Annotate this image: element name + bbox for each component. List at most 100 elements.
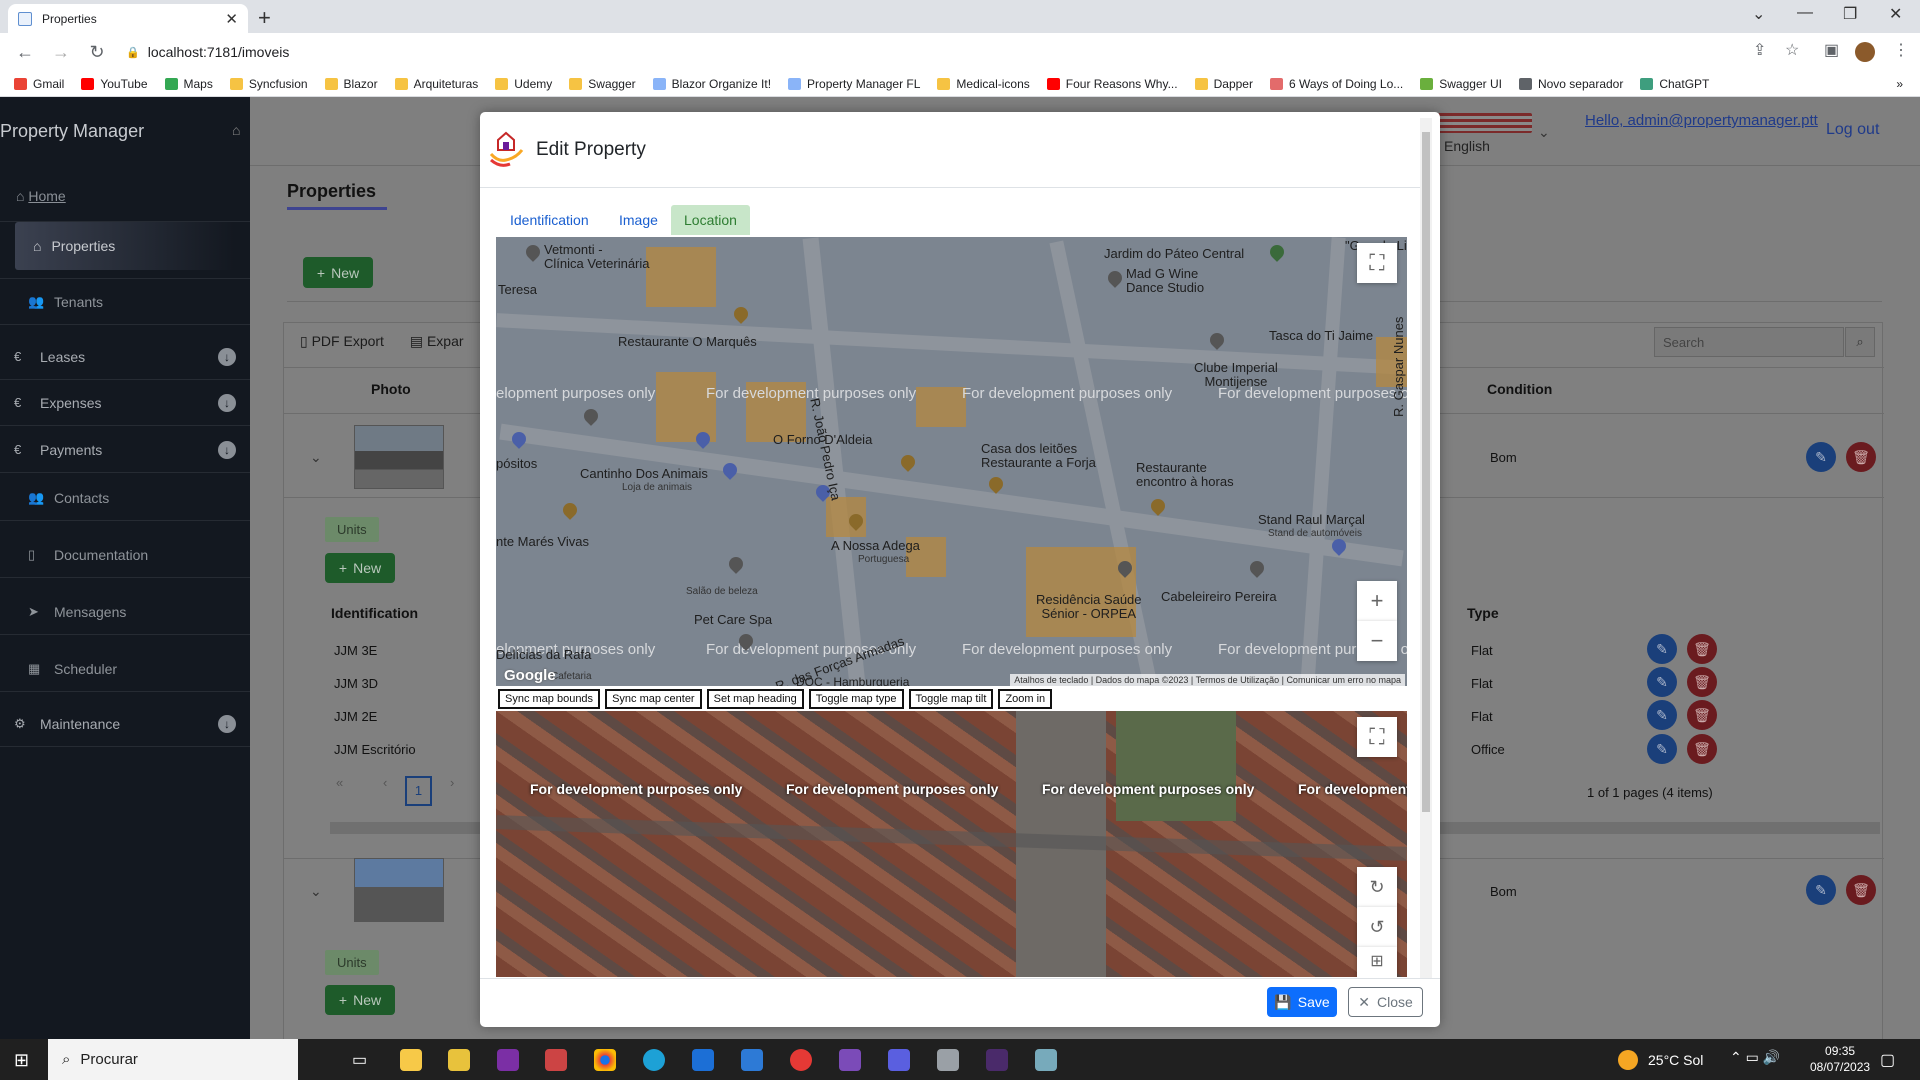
sidebar-item-payments[interactable]: € Payments ↓ xyxy=(0,427,250,473)
chrome-icon[interactable] xyxy=(594,1049,616,1071)
modal-scrollbar[interactable] xyxy=(1420,118,1432,978)
column-header-photo[interactable]: Photo xyxy=(371,381,411,397)
set-map-heading-button[interactable]: Set map heading xyxy=(706,689,804,709)
satellite-map[interactable]: For development purposes only For develo… xyxy=(496,711,1407,977)
home-link[interactable]: ⌂ Home xyxy=(16,188,66,204)
rotate-counterclockwise-icon[interactable]: ↺ xyxy=(1357,907,1397,947)
new-unit-button[interactable]: + New xyxy=(325,985,395,1015)
sync-map-bounds-button[interactable]: Sync map bounds xyxy=(498,689,601,709)
side-panel-icon[interactable]: ▣ xyxy=(1824,40,1839,60)
reload-icon[interactable]: ↻ xyxy=(86,42,108,63)
tab-identification[interactable]: Identification xyxy=(497,205,602,235)
new-tab-icon[interactable]: + xyxy=(258,5,271,31)
logout-link[interactable]: Log out xyxy=(1826,121,1879,139)
close-window-icon[interactable]: ✕ xyxy=(1889,4,1902,24)
share-icon[interactable]: ⇪ xyxy=(1753,40,1766,60)
edit-icon[interactable]: ✎ xyxy=(1647,667,1677,697)
delete-icon[interactable]: 🗑 xyxy=(1687,667,1717,697)
bookmark-item[interactable]: ChatGPT xyxy=(1640,77,1709,91)
grid-search-input[interactable]: Search xyxy=(1654,327,1844,357)
tab-image[interactable]: Image xyxy=(606,205,671,235)
notifications-icon[interactable]: ▢ xyxy=(1880,1050,1895,1070)
expand-icon[interactable]: ↓ xyxy=(218,714,236,733)
language-flag-icon[interactable] xyxy=(1438,113,1532,133)
app-icon[interactable] xyxy=(790,1049,812,1071)
close-button[interactable]: ✕ Close xyxy=(1348,987,1423,1017)
column-header-condition[interactable]: Condition xyxy=(1487,381,1552,397)
keyboard-shortcuts-link[interactable]: Atalhos de teclado xyxy=(1014,675,1088,685)
sidebar-item-maintenance[interactable]: ⚙ Maintenance ↓ xyxy=(0,701,250,747)
sticky-notes-icon[interactable] xyxy=(448,1049,470,1071)
sidebar-item-leases[interactable]: € Leases ↓ xyxy=(0,334,250,380)
tab-search-icon[interactable]: ⌄ xyxy=(1752,4,1765,24)
sidebar-item-properties[interactable]: ⌂ Properties xyxy=(15,222,234,270)
expand-icon[interactable]: ↓ xyxy=(218,440,236,459)
search-icon[interactable]: ⌕ xyxy=(1845,327,1875,357)
sync-map-center-button[interactable]: Sync map center xyxy=(605,689,702,709)
fullscreen-icon[interactable]: ⛶ xyxy=(1357,717,1397,757)
terminal-icon[interactable] xyxy=(986,1049,1008,1071)
edit-icon[interactable]: ✎ xyxy=(1647,700,1677,730)
new-property-button[interactable]: + New xyxy=(303,257,373,288)
address-bar[interactable]: 🔒 localhost:7181/imoveis xyxy=(126,38,1826,66)
toggle-map-type-button[interactable]: Toggle map type xyxy=(808,689,904,709)
close-tab-icon[interactable]: ✕ xyxy=(225,10,238,28)
weather-sun-icon[interactable] xyxy=(1618,1050,1638,1070)
sidebar-item-contacts[interactable]: 👥 Contacts xyxy=(0,475,250,521)
bookmark-star-icon[interactable]: ☆ xyxy=(1785,40,1799,60)
expand-icon[interactable]: ↓ xyxy=(218,393,236,412)
bookmark-item[interactable]: Swagger UI xyxy=(1420,77,1502,91)
edit-icon[interactable]: ✎ xyxy=(1647,634,1677,664)
scrollbar-thumb[interactable] xyxy=(1422,132,1430,812)
roadmap-map[interactable]: elopment purposes only For development p… xyxy=(496,237,1407,686)
pdf-export-button[interactable]: PDF Export xyxy=(312,333,384,349)
edit-icon[interactable]: ✎ xyxy=(1647,734,1677,764)
bookmark-item[interactable]: 6 Ways of Doing Lo... xyxy=(1269,77,1403,91)
weather-text[interactable]: 25°C Sol xyxy=(1648,1052,1703,1068)
column-header-type[interactable]: Type xyxy=(1467,605,1499,621)
onenote-icon[interactable] xyxy=(497,1049,519,1071)
pager-first-icon[interactable]: « xyxy=(336,775,343,790)
expand-icon[interactable]: ↓ xyxy=(218,347,236,366)
more-bookmarks-icon[interactable]: » xyxy=(1896,77,1903,91)
windows-start-icon[interactable]: ⊞ xyxy=(14,1050,29,1071)
chevron-down-icon[interactable]: ⌄ xyxy=(1538,124,1550,141)
collapse-row-icon[interactable]: ⌄ xyxy=(310,883,322,900)
edge-icon[interactable] xyxy=(643,1049,665,1071)
bookmark-item[interactable]: Gmail xyxy=(14,77,64,91)
bookmark-item[interactable]: Maps xyxy=(164,77,213,91)
clock[interactable]: 09:35 08/07/2023 xyxy=(1810,1043,1870,1075)
rotate-clockwise-icon[interactable]: ↻ xyxy=(1357,867,1397,907)
units-tab[interactable]: Units xyxy=(325,950,379,975)
new-unit-button[interactable]: + New xyxy=(325,553,395,583)
sidebar-item-expenses[interactable]: € Expenses ↓ xyxy=(0,380,250,426)
toggle-map-tilt-button[interactable]: Toggle map tilt xyxy=(908,689,994,709)
app-icon[interactable] xyxy=(1035,1049,1057,1071)
user-greeting-link[interactable]: Hello, admin@propertymanager.ptt xyxy=(1585,112,1818,129)
sidebar-item-scheduler[interactable]: ▦ Scheduler xyxy=(0,646,250,692)
column-header-identification[interactable]: Identification xyxy=(331,605,418,621)
bookmark-item[interactable]: Medical-icons xyxy=(937,77,1030,91)
bookmark-item[interactable]: Property Manager FL xyxy=(788,77,920,91)
tilt-icon[interactable]: ⊞ xyxy=(1357,947,1397,977)
store-icon[interactable] xyxy=(692,1049,714,1071)
report-error-link[interactable]: Comunicar um erro no mapa xyxy=(1286,675,1401,685)
bookmark-item[interactable]: Four Reasons Why... xyxy=(1046,77,1178,91)
minimize-icon[interactable]: — xyxy=(1797,4,1813,22)
bookmark-item[interactable]: Blazor Organize It! xyxy=(652,77,771,91)
zoom-in-icon[interactable]: + xyxy=(1357,581,1397,621)
delete-icon[interactable]: 🗑 xyxy=(1687,700,1717,730)
system-tray-icons[interactable]: ⌃ ▭ 🔊 xyxy=(1730,1049,1780,1066)
app-icon[interactable] xyxy=(545,1049,567,1071)
sidebar-item-mensagens[interactable]: ➤ Mensagens xyxy=(0,589,250,635)
sidebar-item-documentation[interactable]: ▯ Documentation xyxy=(0,532,250,578)
pager-next-icon[interactable]: › xyxy=(450,775,454,790)
tab-location[interactable]: Location xyxy=(671,205,750,235)
maximize-icon[interactable]: ❐ xyxy=(1843,4,1857,24)
delete-icon[interactable]: 🗑 xyxy=(1846,875,1876,905)
fullscreen-icon[interactable]: ⛶ xyxy=(1357,243,1397,283)
browser-tab[interactable]: Properties ✕ xyxy=(8,4,248,33)
bookmark-item[interactable]: Novo separador xyxy=(1518,77,1623,91)
task-view-icon[interactable]: ▭ xyxy=(352,1050,367,1070)
vscode-icon[interactable] xyxy=(741,1049,763,1071)
